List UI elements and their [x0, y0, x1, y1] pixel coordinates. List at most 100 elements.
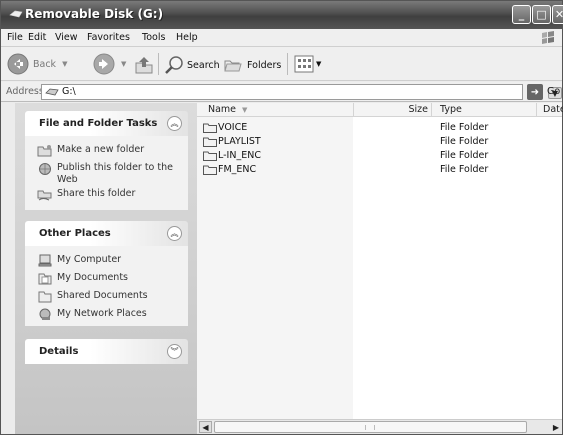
scroll-right-button[interactable]: ▶ [550, 421, 562, 433]
task-label: Share this folder [57, 188, 136, 199]
panel-header[interactable]: File and Folder Tasks ︽ [25, 111, 188, 136]
column-type-label: Type [440, 104, 462, 115]
expand-chevron-icon[interactable]: ︾ [167, 344, 182, 359]
explorer-window: Removable Disk (G:) _ □ ✕ File Edit View… [0, 0, 563, 435]
scroll-left-button[interactable]: ◀ [199, 421, 212, 433]
panel-title: Details [39, 346, 79, 357]
menu-view[interactable]: View [55, 32, 78, 43]
search-button[interactable]: Search [164, 55, 220, 75]
up-folder-icon [135, 57, 153, 74]
file-name: FM_ENC [218, 164, 257, 175]
back-dropdown-icon[interactable]: ▼ [62, 60, 67, 68]
shared-documents-icon [38, 291, 52, 303]
scrollbar-thumb[interactable] [214, 421, 527, 433]
panel-title: Other Places [39, 228, 111, 239]
other-places-panel: Other Places ︽ My Computer My Documents … [25, 221, 188, 326]
place-label: My Documents [57, 272, 129, 283]
file-type: File Folder [440, 122, 489, 133]
file-type: File Folder [440, 150, 489, 161]
details-panel: Details ︾ [25, 339, 188, 364]
views-button[interactable]: ▼ [294, 55, 321, 73]
windows-logo-icon [542, 31, 554, 44]
place-label: My Network Places [57, 308, 147, 319]
minimize-button[interactable]: _ [512, 5, 531, 24]
forward-button[interactable]: ▼ [93, 53, 126, 75]
views-dropdown-icon[interactable]: ▼ [316, 60, 321, 68]
folders-icon [224, 60, 242, 72]
place-my-computer[interactable]: My Computer [25, 254, 188, 270]
collapse-chevron-icon[interactable]: ︽ [167, 226, 182, 241]
sort-descending-icon: ▼ [242, 106, 248, 114]
folder-icon [203, 137, 217, 147]
close-glyph: ✕ [554, 8, 563, 21]
address-value: G:\ [62, 86, 76, 97]
file-name: PLAYLIST [218, 136, 261, 147]
menu-favorites[interactable]: Favorites [87, 32, 130, 43]
file-type: File Folder [440, 164, 489, 175]
maximize-glyph: □ [536, 8, 547, 21]
address-label: Address [6, 86, 44, 97]
place-label: Shared Documents [57, 290, 148, 301]
column-date-label: Date [543, 104, 563, 115]
place-network-places[interactable]: My Network Places [25, 308, 188, 324]
forward-dropdown-icon[interactable]: ▼ [121, 60, 126, 68]
back-button[interactable]: Back ▼ [7, 53, 67, 75]
file-row[interactable]: FM_ENC File Folder [201, 163, 561, 177]
file-row[interactable]: VOICE File Folder [201, 121, 561, 135]
horizontal-scrollbar[interactable]: ◀ ▶ [197, 419, 562, 434]
column-header-type[interactable]: Type [432, 103, 537, 117]
address-field[interactable]: G:\ ▼ [41, 84, 562, 100]
search-icon [165, 56, 183, 74]
drive-icon [45, 88, 59, 96]
scrollbar-grip [365, 425, 375, 430]
column-header-date[interactable]: Date [537, 103, 563, 117]
menu-file[interactable]: File [7, 32, 23, 43]
title-bar[interactable]: Removable Disk (G:) _ □ ✕ [1, 1, 563, 29]
place-my-documents[interactable]: My Documents [25, 272, 188, 288]
file-list-view: Name ▼ Size Type Date VOICE File Folder … [197, 103, 563, 419]
close-button[interactable]: ✕ [552, 5, 563, 24]
share-folder-icon [37, 190, 52, 201]
menu-tools[interactable]: Tools [142, 32, 165, 43]
task-publish-web[interactable]: Publish this folder to the Web [25, 162, 188, 186]
task-make-new-folder[interactable]: Make a new folder [25, 144, 188, 160]
my-documents-icon [38, 273, 52, 285]
go-arrow-icon: ➜ [530, 86, 540, 98]
panel-title: File and Folder Tasks [39, 118, 158, 129]
file-name: L-IN_ENC [218, 150, 261, 161]
column-header-size[interactable]: Size [354, 103, 432, 117]
chevron-right-icon: ▶ [552, 422, 560, 432]
go-button[interactable]: ➜ [527, 84, 543, 100]
maximize-button[interactable]: □ [532, 5, 551, 24]
folder-icon [203, 151, 217, 161]
menu-bar: File Edit View Favorites Tools Help [1, 29, 562, 47]
place-shared-documents[interactable]: Shared Documents [25, 290, 188, 306]
publish-web-icon [39, 163, 51, 175]
search-label: Search [187, 59, 220, 71]
place-label: My Computer [57, 254, 122, 265]
file-row[interactable]: L-IN_ENC File Folder [201, 149, 561, 163]
address-bar: Address G:\ ▼ ➜ Go [1, 82, 562, 102]
file-type: File Folder [440, 136, 489, 147]
standard-toolbar: Back ▼ ▼ Search Folders ▼ [1, 47, 562, 81]
folder-icon [203, 123, 217, 133]
panel-header[interactable]: Details ︾ [25, 339, 188, 364]
menu-help[interactable]: Help [176, 32, 198, 43]
minimize-glyph: _ [518, 8, 525, 21]
collapse-chevron-icon[interactable]: ︽ [167, 116, 182, 131]
views-icon [294, 55, 314, 73]
go-label[interactable]: Go [547, 86, 560, 97]
toolbar-separator [158, 53, 159, 75]
forward-arrow-icon [93, 53, 115, 75]
back-label: Back [33, 58, 57, 70]
column-header-name[interactable]: Name ▼ [197, 103, 354, 117]
folders-button[interactable]: Folders [223, 55, 281, 75]
menu-edit[interactable]: Edit [28, 32, 46, 43]
file-folder-tasks-panel: File and Folder Tasks ︽ Make a new folde… [25, 111, 188, 210]
file-row[interactable]: PLAYLIST File Folder [201, 135, 561, 149]
folder-icon [203, 165, 217, 175]
column-size-label: Size [408, 104, 428, 115]
up-folder-button[interactable] [134, 55, 154, 75]
task-share-folder[interactable]: Share this folder [25, 188, 188, 204]
panel-header[interactable]: Other Places ︽ [25, 221, 188, 246]
